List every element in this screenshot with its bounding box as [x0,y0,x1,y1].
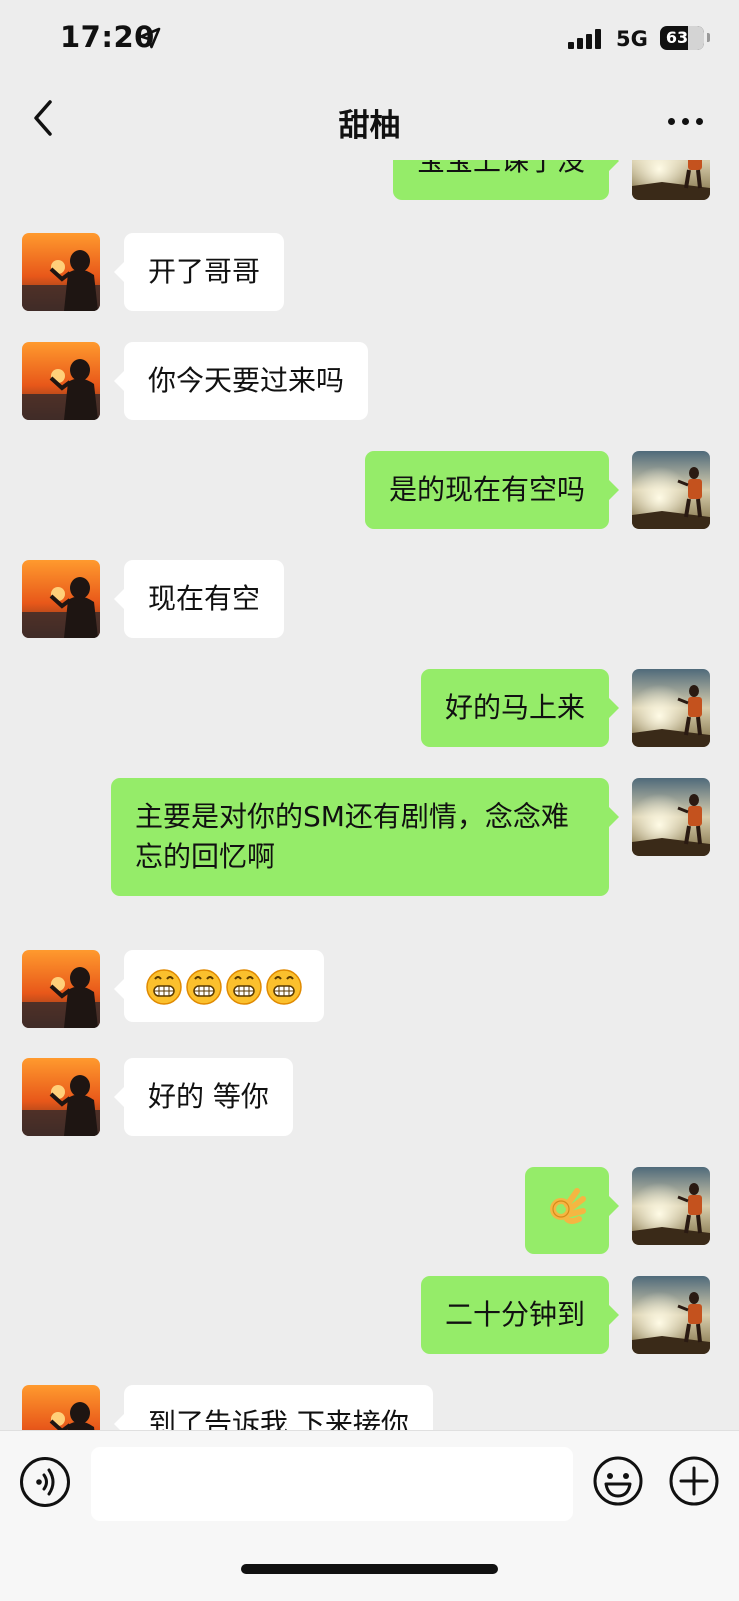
battery-level: 63 [665,28,689,47]
avatar-sunset-image [22,1058,100,1136]
avatar-hiker-image [632,1276,710,1354]
avatar-hiker-image [632,778,710,856]
message-bubble-other[interactable]: 好的 等你 [114,1058,293,1136]
input-bar [0,1430,739,1601]
more-dots-icon [668,118,675,125]
location-arrow-icon [139,27,161,49]
avatar-hiker-image [632,160,710,200]
self-avatar[interactable] [632,1167,710,1245]
avatar-sunset-image [22,342,100,420]
avatar-sunset-image [22,233,100,311]
message-bubble-self[interactable]: 宝宝上课了没 [392,160,620,200]
more-button[interactable] [660,110,708,130]
grinning-face-icon [266,969,302,1005]
grinning-face-icon [146,969,182,1005]
network-type: 5G [616,27,648,51]
self-avatar[interactable] [632,451,710,529]
message-bubble-self[interactable]: 好的马上来 [420,669,620,747]
message-bubble-other[interactable]: 😁😁😁😁 [114,950,324,1022]
message-bubble-self[interactable]: 👌 [525,1167,619,1254]
signal-icon [568,29,601,49]
grinning-face-icon [186,969,222,1005]
self-avatar[interactable] [632,1276,710,1354]
avatar-sunset-image [22,1385,100,1430]
grinning-face-icon [226,969,262,1005]
grinning-emoji-row [146,966,302,1006]
avatar-hiker-image [632,451,710,529]
home-indicator [241,1564,498,1574]
avatar-sunset-image [22,560,100,638]
avatar-hiker-image [632,1167,710,1245]
avatar-hiker-image [632,669,710,747]
message-bubble-other[interactable]: 你今天要过来吗 [113,342,369,420]
message-bubble-self[interactable]: 是的现在有空吗 [364,451,620,529]
voice-button[interactable] [20,1457,70,1507]
avatar-sunset-image [22,950,100,1028]
contact-avatar[interactable] [22,560,100,638]
more-actions-button[interactable] [668,1455,720,1507]
message-bubble-self[interactable]: 二十分钟到 [420,1276,620,1354]
contact-avatar[interactable] [22,1058,100,1136]
voice-icon [36,1468,55,1496]
self-avatar[interactable] [632,160,710,200]
message-bubble-other[interactable]: 现在有空 [113,560,285,638]
ok-hand-icon [550,1188,586,1224]
contact-avatar[interactable] [22,342,100,420]
battery-tip [707,33,710,42]
chat-title: 甜柚 [338,108,401,144]
nav-bar: 甜柚 [0,80,739,160]
status-bar: 17:20 5G 63 [0,0,739,80]
self-avatar[interactable] [632,669,710,747]
message-input[interactable] [91,1447,573,1521]
message-list[interactable]: 宝宝上课了没 开了哥哥 你今天要过来吗 是的现在有空吗 现在有空 好的马上来 主… [0,160,739,1430]
emoji-icon [593,1456,643,1506]
message-bubble-other[interactable]: 到了告诉我 下来接你 [114,1385,433,1430]
emoji-button[interactable] [592,1455,644,1507]
self-avatar[interactable] [632,778,710,856]
battery-icon: 63 [660,26,704,50]
plus-icon [669,1456,719,1506]
contact-avatar[interactable] [22,1385,100,1430]
message-bubble-self[interactable]: 主要是对你的SM还有剧情，念念难忘的回忆啊 [111,778,619,896]
contact-avatar[interactable] [22,950,100,1028]
message-bubble-other[interactable]: 开了哥哥 [113,233,285,311]
contact-avatar[interactable] [22,233,100,311]
